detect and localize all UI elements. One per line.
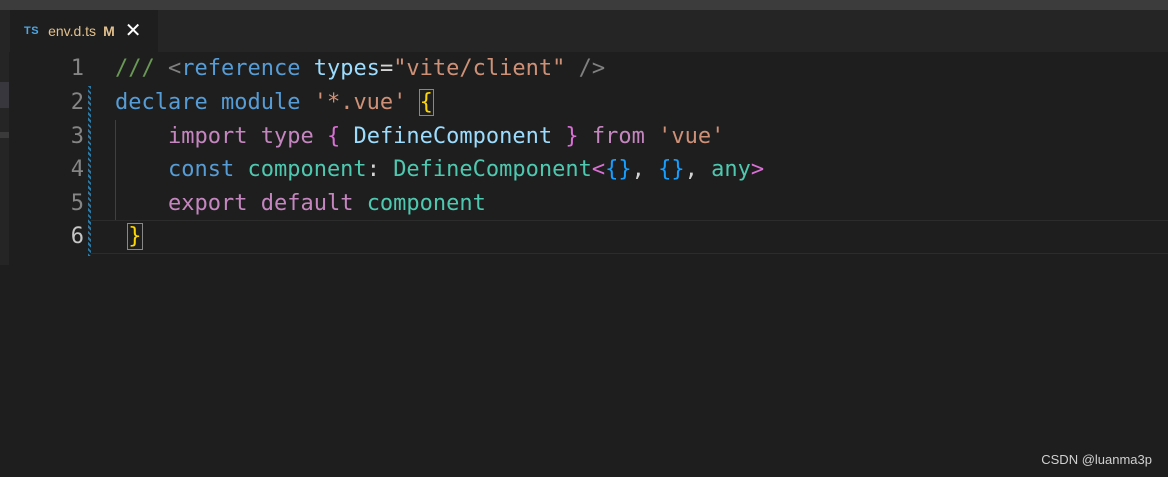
code-token: any <box>711 157 751 182</box>
tab-filename: env.d.ts <box>48 23 97 39</box>
line-number: 1 <box>70 56 84 81</box>
code-token: reference <box>181 56 301 81</box>
code-token: declare <box>115 90 208 115</box>
code-token: "vite/client" <box>393 56 566 81</box>
code-editor[interactable]: 1 /// <reference types="vite/client" /> … <box>9 52 1168 477</box>
line-number: 3 <box>70 124 84 149</box>
code-line[interactable]: 4 const component: DefineComponent<{}, {… <box>9 153 1168 187</box>
code-text[interactable]: /// <reference types="vite/client" /> <box>115 52 605 86</box>
code-token: } <box>127 223 143 250</box>
code-text[interactable]: declare module '*.vue' { <box>115 86 434 120</box>
code-token: /> <box>565 56 606 81</box>
code-token: component <box>366 191 486 216</box>
code-text[interactable]: } <box>115 220 143 254</box>
code-token: DefineComponent <box>393 157 592 182</box>
code-text[interactable]: export default component <box>115 187 486 221</box>
line-number: 5 <box>70 191 84 216</box>
modified-badge: M <box>103 23 115 39</box>
line-number: 4 <box>70 157 84 182</box>
watermark: CSDN @luanma3p <box>1041 452 1152 467</box>
code-token: , <box>684 157 712 182</box>
code-line[interactable]: 5 export default component <box>9 187 1168 221</box>
code-token: /// <box>115 56 168 81</box>
close-icon[interactable]: ✕ <box>125 21 142 41</box>
code-line[interactable]: 3 import type { DefineComponent } from '… <box>9 120 1168 154</box>
title-bar <box>0 0 1168 10</box>
code-token: module <box>220 90 301 115</box>
code-token: type <box>260 124 314 149</box>
code-token: < <box>591 157 606 182</box>
code-token: default <box>260 191 354 216</box>
code-token: export <box>167 191 248 216</box>
code-token: , <box>631 157 659 182</box>
code-token: = <box>379 56 394 81</box>
code-line[interactable]: 2 declare module '*.vue' { <box>9 86 1168 120</box>
code-text[interactable]: import type { DefineComponent } from 'vu… <box>115 120 724 154</box>
typescript-icon: TS <box>24 25 40 37</box>
code-token: {} <box>605 157 632 182</box>
code-token: : <box>366 157 394 182</box>
side-panel-edge <box>0 52 9 477</box>
tab-env-d-ts[interactable]: TS env.d.ts M ✕ <box>10 10 158 52</box>
code-token: } <box>565 124 579 149</box>
line-number: 6 <box>70 224 84 249</box>
code-token: {} <box>658 157 685 182</box>
code-token: types <box>313 56 380 81</box>
code-token: const <box>167 157 235 182</box>
code-token: '*.vue' <box>313 90 407 115</box>
code-token: > <box>750 157 765 182</box>
code-token: import <box>167 124 248 149</box>
code-line[interactable]: 1 /// <reference types="vite/client" /> <box>9 52 1168 86</box>
line-number: 2 <box>70 90 84 115</box>
tab-strip: TS env.d.ts M ✕ <box>0 10 1168 52</box>
code-token: from <box>591 124 645 149</box>
code-token: { <box>326 124 341 149</box>
code-token: { <box>418 89 434 116</box>
code-token: component <box>247 157 367 182</box>
code-line[interactable]: 6 } <box>9 220 1168 254</box>
code-text[interactable]: const component: DefineComponent<{}, {},… <box>115 153 764 187</box>
code-token: DefineComponent <box>340 124 566 149</box>
code-token: 'vue' <box>658 124 725 149</box>
code-token: < <box>167 56 182 81</box>
